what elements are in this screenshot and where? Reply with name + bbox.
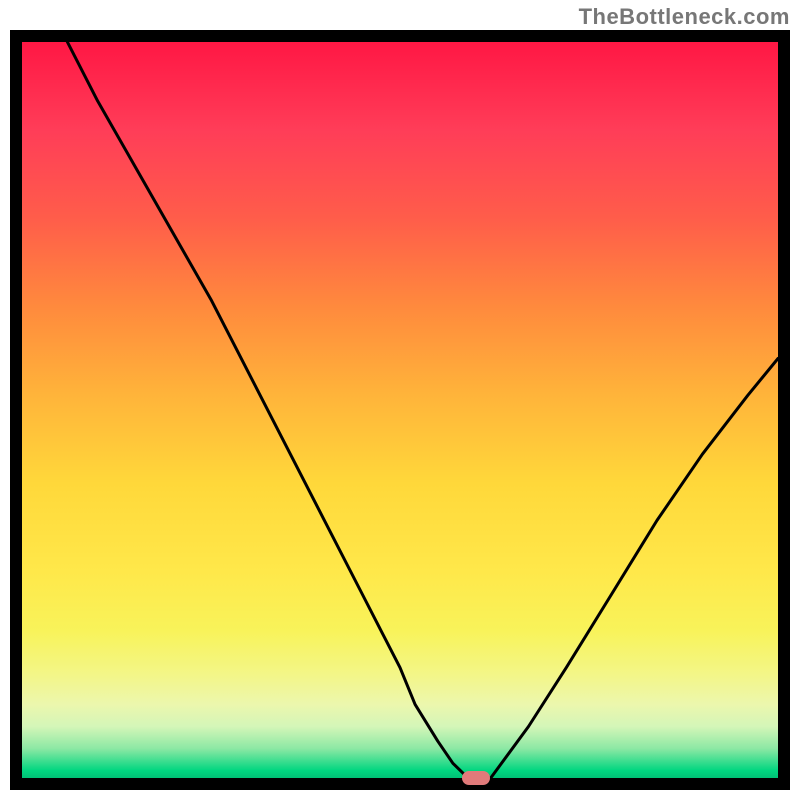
chart-curve [67, 42, 778, 778]
chart-frame [10, 30, 790, 790]
watermark-text: TheBottleneck.com [579, 4, 790, 30]
chart-marker [462, 771, 490, 785]
chart-container: TheBottleneck.com [0, 0, 800, 800]
chart-plot [22, 42, 778, 778]
